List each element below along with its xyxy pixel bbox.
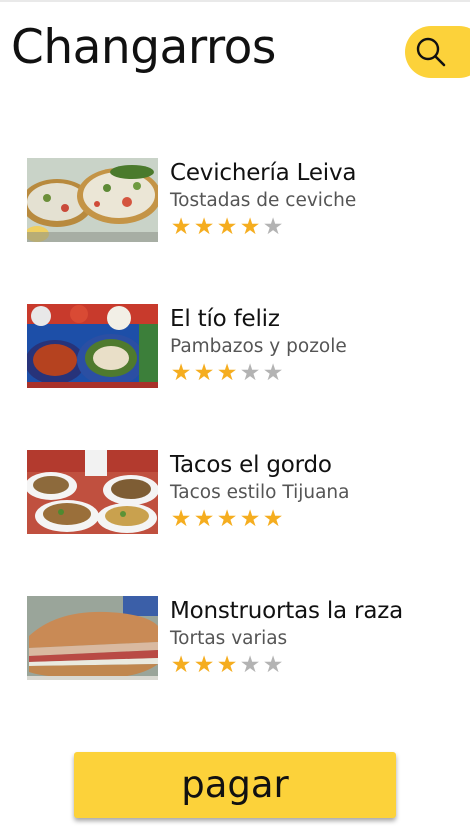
restaurant-subtitle: Tostadas de ceviche [170,190,357,211]
star-rating: ★ ★ ★ ★ ★ [170,214,356,240]
item-info: Cevichería Leiva Tostadas de ceviche ★ ★ ★… [170,158,357,240]
list-item[interactable]: Tacos el gordo Tacos estilo Tijuana ★ ★ ★ ★… [27,450,457,596]
item-info: Tacos el gordo Tacos estilo Tijuana ★ ★ ★ ★… [170,450,350,532]
star-filled-icon: ★ [216,506,238,532]
list-item[interactable]: El tío feliz Pambazos y pozole ★ ★ ★ ★ ★ [27,304,457,450]
star-filled-icon: ★ [262,506,284,532]
star-empty-icon: ★ [262,360,284,386]
restaurant-subtitle: Tacos estilo Tijuana [170,482,350,503]
star-filled-icon: ★ [170,360,192,386]
star-filled-icon: ★ [193,214,215,240]
restaurant-list: Cevichería Leiva Tostadas de ceviche ★ ★ ★… [27,158,457,742]
star-filled-icon: ★ [170,652,192,678]
star-empty-icon: ★ [262,214,284,240]
app-title: Changarros [11,20,276,75]
list-item[interactable]: Cevichería Leiva Tostadas de ceviche ★ ★ ★… [27,158,457,304]
star-filled-icon: ★ [170,214,192,240]
star-filled-icon: ★ [216,652,238,678]
restaurant-photo [27,596,158,680]
star-filled-icon: ★ [170,506,192,532]
star-rating: ★ ★ ★ ★ ★ [170,506,349,532]
list-item[interactable]: Monstruortas la raza Tortas varias ★ ★ ★ ★ ★ [27,596,457,742]
star-empty-icon: ★ [262,652,284,678]
star-empty-icon: ★ [239,360,261,386]
star-filled-icon: ★ [239,506,261,532]
star-filled-icon: ★ [239,214,261,240]
item-info: Monstruortas la raza Tortas varias ★ ★ ★ ★ ★ [170,596,403,678]
star-rating: ★ ★ ★ ★ ★ [170,652,403,678]
search-icon [416,37,446,67]
star-empty-icon: ★ [239,652,261,678]
star-filled-icon: ★ [193,360,215,386]
restaurant-photo [27,158,158,242]
star-filled-icon: ★ [193,506,215,532]
star-rating: ★ ★ ★ ★ ★ [170,360,347,386]
restaurant-subtitle: Tortas varias [170,628,288,649]
restaurant-photo [27,450,158,534]
star-filled-icon: ★ [216,214,238,240]
restaurant-photo [27,304,158,388]
app-screen: Changarros Cevichería Leiva Tostadas de … [0,0,470,838]
star-filled-icon: ★ [193,652,215,678]
pay-button[interactable]: pagar [74,752,396,818]
star-filled-icon: ★ [216,360,238,386]
restaurant-subtitle: Pambazos y pozole [170,336,347,357]
restaurant-name: Monstruortas la raza [170,598,403,624]
restaurant-name: Cevichería Leiva [170,160,357,186]
restaurant-name: Tacos el gordo [170,452,332,478]
search-button[interactable] [405,26,470,78]
restaurant-name: El tío feliz [170,306,280,332]
item-info: El tío feliz Pambazos y pozole ★ ★ ★ ★ ★ [170,304,347,386]
